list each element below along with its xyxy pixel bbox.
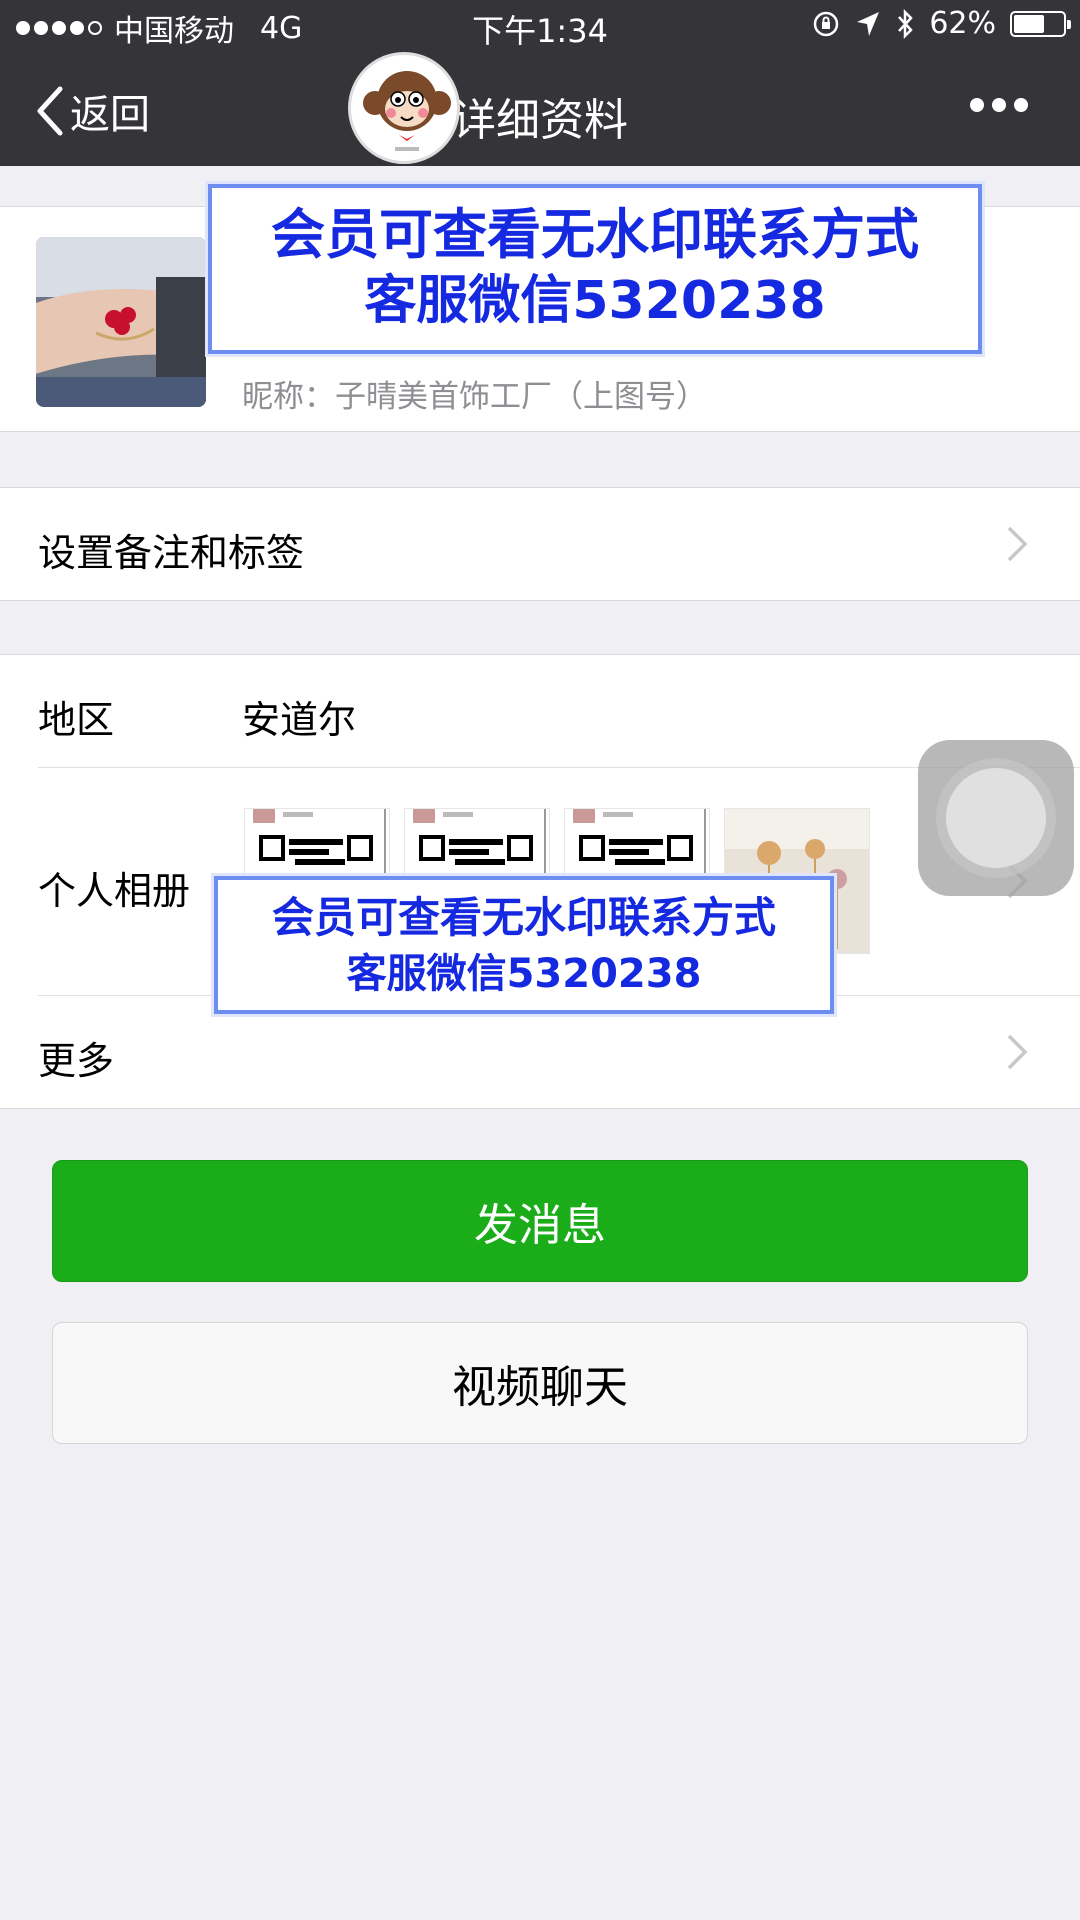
remark-tag-label: 设置备注和标签 (38, 531, 305, 575)
watermark-banner: 会员可查看无水印联系方式 客服微信5320238 (214, 876, 834, 1014)
bluetooth-icon (898, 8, 914, 39)
more-label: 更多 (38, 1039, 115, 1083)
chevron-right-icon (1007, 1034, 1028, 1070)
watermark-line2: 客服微信5320238 (364, 271, 826, 331)
remark-section: 设置备注和标签 (0, 487, 1080, 601)
monkey-logo (348, 52, 460, 164)
avatar[interactable] (36, 237, 206, 407)
chevron-right-icon (1007, 526, 1028, 562)
location-icon (857, 11, 880, 36)
watermark-banner: 会员可查看无水印联系方式 客服微信5320238 (208, 184, 982, 354)
assistive-touch-button[interactable] (918, 740, 1074, 896)
top-bar: 中国移动 4G 下午1:34 62% 返回 详细资料 (0, 0, 1080, 166)
orientation-lock-icon (814, 11, 839, 36)
battery-icon (1010, 10, 1071, 37)
watermark-line1: 会员可查看无水印联系方式 (271, 203, 919, 266)
page-title: 详细资料 (452, 95, 628, 146)
battery-percent: 62% (929, 6, 996, 41)
nav-bar: 返回 详细资料 (0, 54, 1080, 166)
remark-tag-row[interactable]: 设置备注和标签 (0, 488, 1080, 600)
nickname: 昵称：子晴美首饰工厂（上图号） (242, 379, 707, 415)
region-value: 安道尔 (242, 698, 357, 742)
send-message-button[interactable]: 发消息 (52, 1160, 1028, 1282)
watermark-line2: 客服微信5320238 (346, 951, 702, 997)
region-row: 地区 安道尔 (0, 655, 1080, 767)
profile-detail-screen: 中国移动 4G 下午1:34 62% 返回 详细资料 昵称：子晴美首饰工厂（上图… (0, 0, 1080, 1920)
region-label: 地区 (38, 698, 115, 742)
video-chat-button[interactable]: 视频聊天 (52, 1322, 1028, 1444)
status-bar: 中国移动 4G 下午1:34 62% (0, 0, 1080, 54)
more-dots-icon[interactable] (970, 98, 1028, 112)
watermark-line1: 会员可查看无水印联系方式 (271, 893, 776, 942)
album-label: 个人相册 (38, 869, 191, 913)
